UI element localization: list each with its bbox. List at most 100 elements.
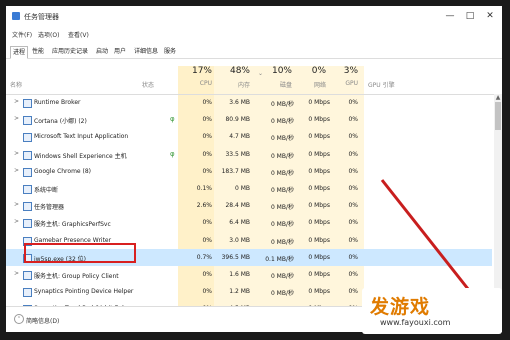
red-arrow (380, 179, 474, 295)
tab-performance[interactable]: 性能 (30, 46, 46, 57)
process-icon (23, 116, 32, 126)
process-icon (23, 150, 32, 160)
col-gpu[interactable]: GPU (336, 80, 358, 87)
tab-details[interactable]: 详细信息 (132, 46, 160, 57)
expand-chevron-icon[interactable]: > (14, 98, 19, 105)
menu-options[interactable]: 选项(O) (38, 30, 59, 39)
col-network[interactable]: 网络 (300, 80, 326, 89)
memory-value: 28.4 MB (225, 202, 250, 210)
disk-value: 0 MB/秒 (270, 118, 294, 126)
cpu-value: 0% (202, 99, 212, 106)
disk-value: 0 MB/秒 (270, 187, 294, 194)
suspended-leaf-icon: φ (170, 115, 175, 124)
window-title: 任务管理器 (24, 13, 59, 21)
cpu-value: 2.6% (196, 202, 212, 210)
gpu-value: 0% (348, 288, 358, 296)
disk-value: 0 MB/秒 (270, 273, 294, 280)
process-icon (23, 288, 32, 298)
cpu-value: 0.7% (196, 253, 212, 261)
gpu-value: 0% (348, 253, 358, 261)
cpu-value: 0% (202, 150, 212, 158)
cpu-total[interactable]: 17% (186, 66, 212, 76)
process-row[interactable]: > Cortana (小娜) (2) φ 0% 80.9 MB 0 MB/秒 0 Mbps 0… (6, 111, 492, 128)
process-icon (23, 185, 32, 194)
memory-value: 1.2 MB (229, 288, 250, 296)
expand-chevron-icon[interactable]: > (14, 201, 19, 208)
gpu-value: 0% (348, 133, 358, 141)
cpu-value: 0% (202, 219, 212, 227)
vertical-scrollbar[interactable]: ▲ (494, 94, 502, 306)
network-value: 0 Mbps (308, 185, 330, 192)
disk-value: 0 MB/秒 (270, 152, 294, 160)
process-row[interactable]: > Runtime Broker 0% 3.6 MB 0 MB/秒 0 Mbps 0% (6, 94, 492, 111)
minimize-button[interactable]: — (444, 10, 456, 22)
chevron-up-icon[interactable]: ⌃ (14, 314, 24, 324)
col-cpu[interactable]: CPU (186, 80, 212, 87)
memory-value: 0 MB (234, 185, 250, 192)
expand-chevron-icon[interactable]: > (14, 150, 19, 157)
process-icon (23, 99, 32, 108)
expand-chevron-icon[interactable]: > (14, 167, 19, 174)
memory-value: 3.0 MB (229, 236, 250, 244)
maximize-button[interactable]: □ (464, 10, 476, 22)
cpu-value: 0% (202, 116, 212, 124)
process-name: Cortana (小娜) (2) (34, 118, 87, 126)
col-gpu-engine[interactable]: GPU 引擎 (368, 80, 395, 89)
col-name[interactable]: 名称 (10, 80, 22, 89)
menu-view[interactable]: 查看(V) (68, 30, 89, 39)
cpu-value: 0% (202, 133, 212, 141)
memory-value: 4.7 MB (229, 133, 250, 141)
process-icon (23, 271, 32, 280)
disk-value: 0 MB/秒 (270, 101, 294, 108)
close-button[interactable]: ✕ (484, 10, 496, 22)
gpu-value: 0% (348, 99, 358, 106)
cpu-value: 0% (202, 271, 212, 278)
gpu-total[interactable]: 3% (336, 66, 358, 76)
disk-value: 0 MB/秒 (270, 204, 294, 212)
process-icon (23, 202, 32, 212)
expand-chevron-icon[interactable]: > (14, 115, 19, 122)
network-value: 0 Mbps (308, 150, 330, 158)
col-disk[interactable]: 磁盘 (264, 80, 292, 89)
tab-users[interactable]: 用户 (112, 46, 128, 57)
expand-chevron-icon[interactable]: > (14, 218, 19, 225)
disk-value: 0 MB/秒 (270, 135, 294, 143)
process-row[interactable]: Microsoft Text Input Application 0% 4.7 MB… (6, 128, 492, 145)
memory-value: 183.7 MB (221, 167, 250, 175)
tab-processes[interactable]: 进程 (10, 46, 29, 59)
network-value: 0 Mbps (308, 99, 330, 106)
process-icon (23, 167, 32, 177)
tab-app-history[interactable]: 应用历史记录 (50, 46, 90, 57)
red-arrow-line (380, 179, 474, 295)
fewer-details-link[interactable]: 简略信息(D) (26, 316, 59, 325)
network-value: 0 Mbps (308, 236, 330, 244)
network-value: 0 Mbps (308, 116, 330, 124)
scroll-up-icon[interactable]: ▲ (494, 94, 502, 102)
gpu-value: 0% (348, 236, 358, 244)
cpu-value: 0.1% (196, 185, 212, 192)
col-status[interactable]: 状态 (142, 80, 154, 89)
process-row[interactable]: > Windows Shell Experience 主机 φ 0% 33.5 MB 0 … (6, 146, 492, 163)
process-icon (23, 219, 32, 229)
scroll-thumb[interactable] (495, 102, 501, 130)
sort-chevron-icon: ⌄ (258, 70, 264, 77)
tab-startup[interactable]: 启动 (94, 46, 110, 57)
highlight-box (24, 243, 136, 263)
tab-services[interactable]: 服务 (162, 46, 178, 57)
process-name: 系统中断 (34, 187, 59, 194)
gpu-value: 0% (348, 271, 358, 278)
memory-value: 1.6 MB (229, 271, 250, 278)
col-memory[interactable]: 内存 (222, 80, 250, 89)
disk-value: 0 MB/秒 (270, 169, 294, 177)
network-value: 0 Mbps (308, 253, 330, 261)
task-manager-window: 任务管理器 — □ ✕ 文件(F) 选项(O) 查看(V) 进程 性能 应用历史… (6, 6, 502, 332)
menu-file[interactable]: 文件(F) (12, 30, 32, 39)
gpu-value: 0% (348, 116, 358, 124)
memory-total[interactable]: 48% (222, 66, 250, 76)
memory-value: 396.5 MB (221, 253, 250, 261)
disk-total[interactable]: 10% (264, 66, 292, 76)
network-value: 0 Mbps (308, 219, 330, 227)
network-total[interactable]: 0% (300, 66, 326, 76)
expand-chevron-icon[interactable]: > (14, 270, 19, 277)
disk-value: 0 MB/秒 (270, 238, 294, 246)
